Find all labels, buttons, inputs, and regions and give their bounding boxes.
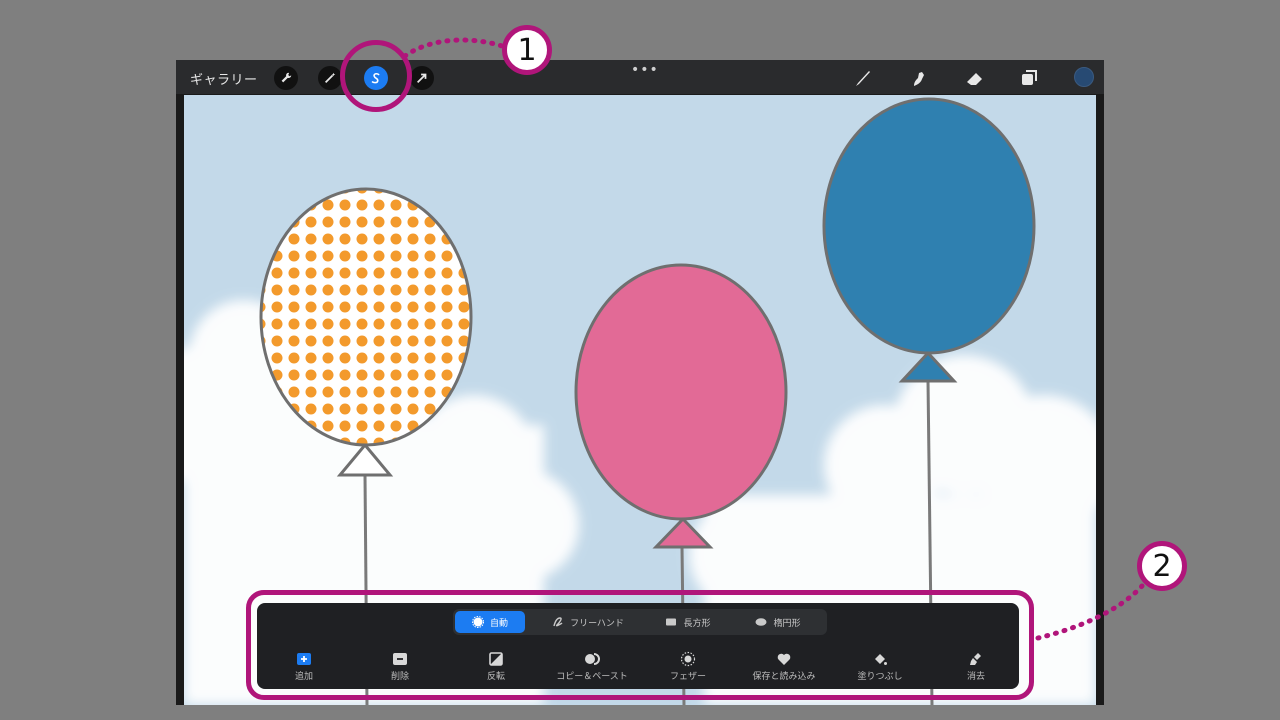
gallery-button[interactable]: ギャラリー <box>190 69 258 88</box>
layers-button[interactable] <box>1018 67 1040 89</box>
more-options[interactable]: ••• <box>631 62 659 78</box>
smudge-button[interactable] <box>908 67 930 89</box>
actions-wrench-button[interactable] <box>274 66 298 90</box>
layers-icon <box>1022 70 1037 85</box>
brush-button[interactable] <box>852 67 874 89</box>
magic-wand-icon <box>325 72 336 83</box>
eraser-icon <box>967 73 982 85</box>
smudge-icon <box>914 72 924 86</box>
color-picker-button[interactable] <box>1074 67 1094 87</box>
highlight-box-panel <box>246 590 1034 700</box>
annotation-badge-1: 1 <box>502 25 552 75</box>
arrow-cursor-icon <box>417 73 427 83</box>
brush-icon <box>856 71 870 86</box>
highlight-ring-selection <box>340 40 412 112</box>
annotation-badge-2: 2 <box>1137 541 1187 591</box>
adjustments-button[interactable] <box>318 66 342 90</box>
eraser-button[interactable] <box>964 67 986 89</box>
transform-button[interactable] <box>410 66 434 90</box>
wrench-icon <box>281 72 292 83</box>
top-toolbar: ギャラリー ••• <box>176 60 1104 94</box>
